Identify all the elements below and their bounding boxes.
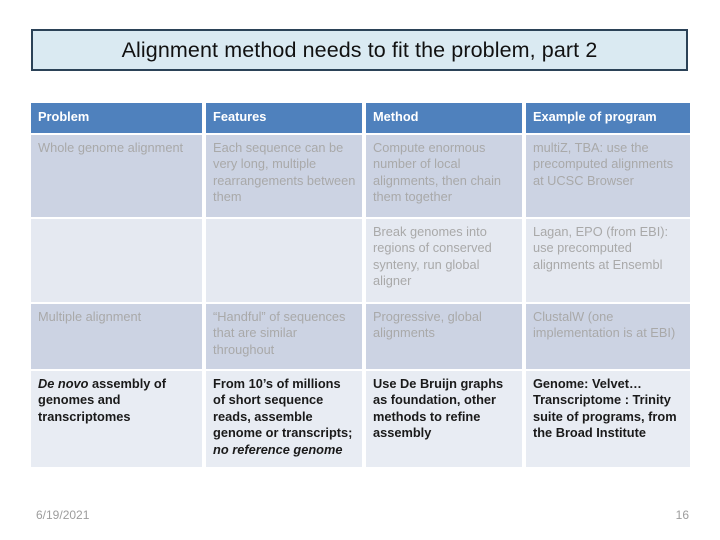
cell-example: multiZ, TBA: use the precomputed alignme… xyxy=(525,134,690,217)
cell-problem: Multiple alignment xyxy=(31,303,203,369)
cell-example: Genome: Velvet…Transcriptome : Trinity s… xyxy=(525,370,690,467)
footer-date: 6/19/2021 xyxy=(36,508,90,522)
cell-features: Each sequence can be very long, multiple… xyxy=(206,134,362,217)
cell-problem xyxy=(31,218,203,302)
comparison-table: Problem Features Method Example of progr… xyxy=(27,101,694,469)
table-row: De novo assembly of genomes and transcri… xyxy=(31,370,690,467)
cell-example: Lagan, EPO (from EBI): use precomputed a… xyxy=(525,218,690,302)
column-header-method: Method xyxy=(366,103,522,133)
cell-features-main: From 10’s of millions of short sequence … xyxy=(213,375,353,441)
cell-features: “Handful” of sequences that are similar … xyxy=(206,303,362,369)
cell-features: From 10’s of millions of short sequence … xyxy=(206,370,362,467)
column-header-problem: Problem xyxy=(31,103,203,133)
table-row: Whole genome alignment Each sequence can… xyxy=(31,134,690,217)
cell-method: Break genomes into regions of conserved … xyxy=(366,218,522,302)
cell-problem: Whole genome alignment xyxy=(31,134,203,217)
cell-problem: De novo assembly of genomes and transcri… xyxy=(31,370,203,467)
table-row: Break genomes into regions of conserved … xyxy=(31,218,690,302)
cell-features-italic: no reference genome xyxy=(213,441,343,457)
cell-method: Progressive, global alignments xyxy=(366,303,522,369)
page-title: Alignment method needs to fit the proble… xyxy=(121,37,598,62)
comparison-table-container: Problem Features Method Example of progr… xyxy=(31,103,690,467)
cell-problem-italic: De novo xyxy=(38,375,89,391)
slide-title-box: Alignment method needs to fit the proble… xyxy=(31,29,688,71)
column-header-features: Features xyxy=(206,103,362,133)
column-header-example: Example of program xyxy=(525,103,690,133)
cell-method: Compute enormous number of local alignme… xyxy=(366,134,522,217)
cell-example: ClustalW (one implementation is at EBI) xyxy=(525,303,690,369)
table-row: Multiple alignment “Handful” of sequence… xyxy=(31,303,690,369)
footer-page-number: 16 xyxy=(675,508,689,522)
cell-method: Use De Bruijn graphs as foundation, othe… xyxy=(366,370,522,467)
cell-features xyxy=(206,218,362,302)
table-header-row: Problem Features Method Example of progr… xyxy=(31,103,690,133)
